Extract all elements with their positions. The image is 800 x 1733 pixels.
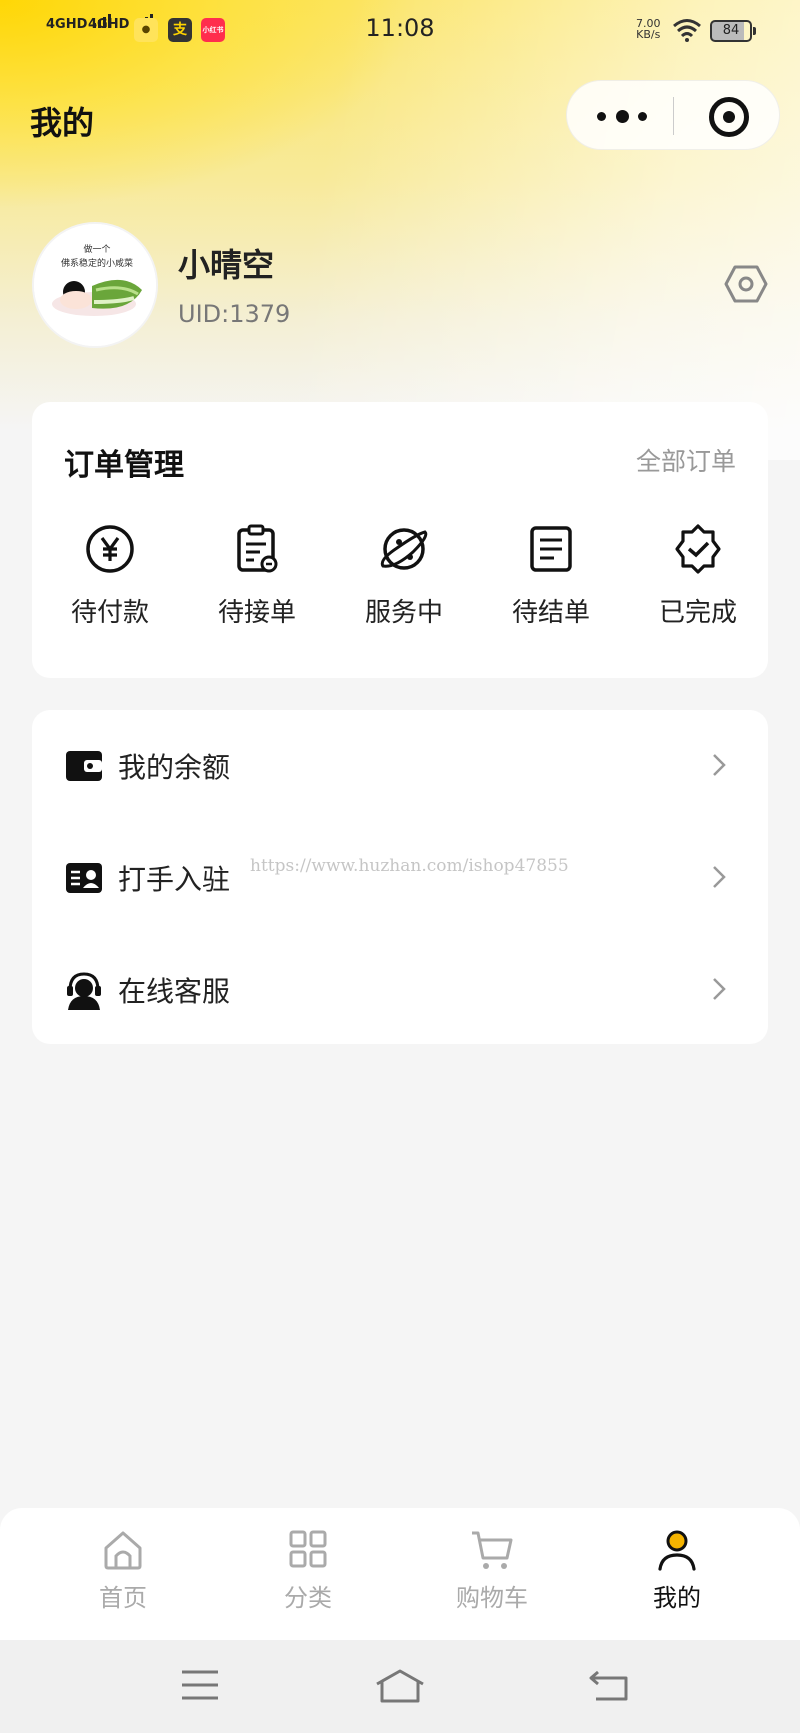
svg-text:佛系稳定的小咸菜: 佛系稳定的小咸菜 [61, 257, 133, 269]
capsule-divider [673, 97, 674, 135]
wifi-icon [673, 19, 701, 42]
tab-label: 首页 [99, 1584, 147, 1612]
menu-lines-icon[interactable] [180, 1668, 220, 1702]
mini-program-capsule [566, 80, 780, 150]
chevron-right-icon [713, 978, 726, 1000]
order-status-label: 服务中 [364, 598, 443, 628]
more-dots-icon[interactable] [597, 107, 647, 125]
order-status-label: 待结单 [511, 598, 590, 628]
all-orders-link[interactable]: 全部订单 [636, 442, 736, 478]
order-management-title: 订单管理 [64, 448, 184, 483]
id-card-icon [66, 863, 102, 893]
tab-category[interactable]: 分类 [248, 1528, 368, 1628]
planet-icon [380, 528, 428, 570]
watermark-text: https://www.huzhan.com/ishop47855 [250, 856, 569, 876]
order-status-label: 待接单 [217, 598, 296, 628]
menu-item-balance[interactable]: 我的余额 [32, 710, 768, 820]
home-icon [104, 1531, 142, 1570]
tab-label: 我的 [653, 1584, 701, 1612]
clipboard-icon [237, 524, 278, 573]
order-status-awaiting-acceptance[interactable]: 待接单 [202, 522, 312, 642]
order-status-pending-payment[interactable]: 待付款 [55, 522, 165, 642]
order-status-label: 待付款 [70, 598, 149, 628]
chevron-right-icon [713, 866, 726, 888]
order-status-list: 待付款 待接单 服务中 待结单 已完成 [32, 522, 768, 642]
menu-item-label: 在线客服 [118, 975, 231, 1008]
badge-check-icon [675, 524, 721, 574]
wallet-icon [66, 751, 102, 781]
chevron-right-icon [713, 754, 726, 776]
avatar-image: 做一个 佛系稳定的小咸菜 [34, 224, 156, 346]
tab-label: 分类 [284, 1584, 332, 1612]
function-menu-card: 我的余额 打手入驻 在线客服 [32, 710, 768, 1044]
grid-icon [289, 1530, 327, 1568]
person-icon [658, 1530, 696, 1571]
avatar[interactable]: 做一个 佛系稳定的小咸菜 [32, 222, 158, 348]
system-home-icon[interactable] [374, 1668, 426, 1704]
yen-coin-icon [86, 525, 134, 573]
order-status-in-service[interactable]: 服务中 [349, 522, 459, 642]
menu-item-player-onboarding[interactable]: 打手入驻 [32, 822, 768, 932]
order-status-completed[interactable]: 已完成 [643, 522, 753, 642]
system-navigation-bar [0, 1640, 800, 1733]
order-management-card: 订单管理 全部订单 待付款 待接单 服务中 待结单 已完成 [32, 402, 768, 678]
tab-cart[interactable]: 购物车 [432, 1528, 552, 1628]
status-bar: 4GHD 4GHD ● 支 小红书 11:08 7.00 KB/s 84 [0, 0, 800, 60]
cart-icon [472, 1531, 513, 1569]
tab-mine[interactable]: 我的 [617, 1528, 737, 1628]
menu-item-customer-service[interactable]: 在线客服 [32, 934, 768, 1044]
battery-indicator: 84 [710, 20, 756, 42]
tab-label: 购物车 [456, 1584, 528, 1612]
page-title: 我的 [30, 104, 95, 142]
order-status-label: 已完成 [658, 598, 737, 628]
tab-home[interactable]: 首页 [63, 1528, 183, 1628]
headset-agent-icon [67, 972, 101, 1010]
back-arrow-icon[interactable] [588, 1668, 630, 1702]
svg-text:做一个: 做一个 [83, 243, 110, 255]
net-speed-unit: KB/s [636, 28, 661, 41]
network-speed: 7.00 KB/s [636, 18, 661, 40]
hexagon-settings-icon[interactable] [724, 264, 768, 304]
menu-item-label: 打手入驻 [118, 863, 231, 896]
menu-item-label: 我的余额 [118, 751, 231, 784]
document-lines-icon [530, 526, 572, 572]
target-circle-icon[interactable] [709, 97, 749, 137]
bottom-tab-bar: 首页 分类 购物车 我的 [0, 1508, 800, 1640]
order-status-awaiting-settlement[interactable]: 待结单 [496, 522, 606, 642]
username: 小晴空 [178, 246, 275, 284]
user-uid: UID:1379 [178, 300, 291, 328]
